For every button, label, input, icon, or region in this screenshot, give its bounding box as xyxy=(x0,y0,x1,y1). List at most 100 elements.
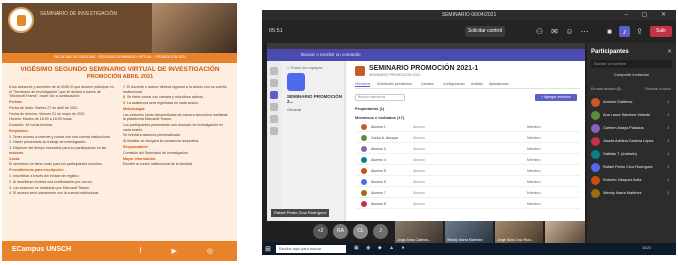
video-tile-name: Jorge Solís Cruz Ruiz... xyxy=(497,238,534,242)
camera-icon[interactable]: ■ xyxy=(604,26,615,37)
share-screen-icon[interactable]: ⇪ xyxy=(634,26,645,37)
owners-section: Propietarios (1) xyxy=(355,106,385,111)
participant-name: Roberto Vásquez Avila xyxy=(603,178,642,182)
tab-apps: Aplicaciones xyxy=(489,82,509,86)
participant-row[interactable]: Carmen Anaya Palacios ♪ xyxy=(591,123,675,135)
participants-panel: Participantes ✕ Escribir un nombre Compa… xyxy=(587,43,676,243)
taskbar-apps[interactable]: ▣ ◉ ◆ ▲ ● xyxy=(354,245,407,251)
member-row: Alumno 3 Alumno Miembro xyxy=(355,144,580,154)
mic-icon: ♪ xyxy=(667,112,670,118)
close-icon[interactable]: ✕ xyxy=(667,48,672,55)
tab-channels: Canales xyxy=(421,82,434,86)
poster-paragraph: Duración: 40 horas lectivas xyxy=(9,123,53,128)
tab-settings: Configuración xyxy=(443,82,465,86)
video-tile[interactable]: Jorge Solís Cruz Ruiz... xyxy=(495,221,543,243)
member-row: Alumno 5 Alumno Miembro xyxy=(355,166,580,176)
participant-name: Rafael Pedro Cruz Rodríguez xyxy=(603,165,653,169)
member-status: Miembro xyxy=(527,125,541,129)
video-gallery: +2 RA CL J Jorge Arias Cadena... Wendy I… xyxy=(267,221,585,243)
chat-icon[interactable]: ✉ xyxy=(549,26,560,37)
member-role: Alumno xyxy=(413,158,425,162)
poster-paragraph: Fecha de inicio: Martes 27 de abril de 2… xyxy=(9,105,78,110)
mic-icon: ♪ xyxy=(667,190,670,196)
participant-row[interactable]: Wendy Ibarra Martínez ♪ xyxy=(591,188,675,200)
poster-paragraph: 3. Las sesiones se realizarán por Micros… xyxy=(9,185,90,190)
participant-search-input[interactable]: Escribir un nombre xyxy=(591,60,672,68)
participant-name: Antonio Gutiérrez xyxy=(603,100,633,104)
participant-avatar[interactable]: J xyxy=(373,224,388,239)
windows-start-icon[interactable]: ⊞ xyxy=(265,245,271,253)
participants-icon[interactable]: ⚇ xyxy=(534,26,545,37)
participant-row[interactable]: Roberto Vásquez Avila ♪ xyxy=(591,175,675,187)
seminar-poster: SEMINARIO DE INVESTIGACIÓN FACULTAD DE C… xyxy=(2,3,237,261)
participant-avatar[interactable]: CL xyxy=(353,224,368,239)
in-meeting-section[interactable]: En esta reunión (8) xyxy=(591,87,621,91)
microphone-icon[interactable]: ♪ xyxy=(619,26,630,37)
participant-row[interactable]: Josefa Adelina Cadena López ♪ xyxy=(591,136,675,148)
member-status: Miembro xyxy=(527,158,541,162)
avatar xyxy=(591,189,600,198)
avatar xyxy=(361,179,367,185)
video-tile[interactable]: Jorge Arias Cadena... xyxy=(395,221,443,243)
leave-button[interactable]: Salir xyxy=(650,26,672,37)
team-name: SEMINARIO PROMOCIÓN 2... xyxy=(287,94,343,104)
shared-screen: Buscar o escribir un comando < Todos los… xyxy=(267,43,585,221)
more-options-icon[interactable]: ⋯ xyxy=(579,26,590,37)
participant-name: Ana Laura Sánchez Velarde xyxy=(603,113,651,117)
video-tile[interactable]: Wendy Ibarra Martínez xyxy=(445,221,493,243)
participant-name: Gabilán T. (Invitado) xyxy=(603,152,637,156)
poster-logo-mark xyxy=(17,15,26,26)
member-role: Alumno xyxy=(413,191,425,195)
member-name: Alumno 4 xyxy=(371,158,386,162)
channel-pane: < Todos los equipos SEMINARIO PROMOCIÓN … xyxy=(281,61,345,221)
participant-row[interactable]: Rafael Pedro Cruz Rodríguez ♪ xyxy=(591,162,675,174)
poster-right-column: 7. El docente o asesor deberá ingresar a… xyxy=(123,85,231,168)
meeting-timer: 05:51 xyxy=(269,28,283,34)
poster-heading: Costo: xyxy=(9,156,21,161)
avatar xyxy=(591,150,600,159)
mic-icon: ♪ xyxy=(667,125,670,131)
teams-meeting-window: SEMINARIO 06/04/2021 – ▢ ✕ 05:51 Solicit… xyxy=(262,10,676,255)
member-status: Miembro xyxy=(527,169,541,173)
poster-paragraph: 1. Inscribirse a través del enlace de re… xyxy=(9,173,80,178)
member-name: Alumno 3 xyxy=(371,147,386,151)
channel-general: General xyxy=(287,107,302,112)
window-controls[interactable]: – ▢ ✕ xyxy=(625,11,672,18)
screenshot-root: SEMINARIO DE INVESTIGACIÓN FACULTAD DE C… xyxy=(0,0,678,265)
taskbar-clock: 18:23 xyxy=(642,246,651,250)
taskbar-search-input[interactable]: Escribe aquí para buscar xyxy=(276,245,346,253)
tab-pending: Solicitudes pendientes xyxy=(377,82,413,86)
member-status: Miembro xyxy=(527,180,541,184)
poster-paragraph: A los asesores y docentes de la UNSCH qu… xyxy=(9,85,114,99)
poster-paragraph: 9. La asistencia será registrada en cada… xyxy=(123,101,200,106)
poster-logo xyxy=(8,7,34,33)
member-search: Buscar miembros xyxy=(355,94,405,101)
poster-paragraph: Escribir al correo institucional de la f… xyxy=(123,162,194,167)
activity-icon xyxy=(270,67,278,75)
participant-row[interactable]: Ana Laura Sánchez Velarde ♪ xyxy=(591,110,675,122)
request-control-button[interactable]: Solicitar control xyxy=(465,26,505,37)
reactions-icon[interactable]: ☺ xyxy=(564,26,575,37)
shared-command-search: Buscar o escribir un comando xyxy=(301,52,361,57)
poster-paragraph: 1. Tener acceso a Internet y contar con … xyxy=(9,134,111,139)
more-participants-badge[interactable]: +2 xyxy=(313,224,328,239)
avatar xyxy=(591,176,600,185)
member-status: Miembro xyxy=(527,191,541,195)
participant-row[interactable]: Gabilán T. (Invitado) ♪ xyxy=(591,149,675,161)
mic-icon: ♪ xyxy=(667,138,670,144)
member-row: Alumno 1 Alumno Miembro xyxy=(355,122,580,132)
mute-all-link[interactable]: Silenciar a todos xyxy=(645,87,671,91)
participant-row[interactable]: Antonio Gutiérrez ♪ xyxy=(591,97,675,109)
share-invite-button[interactable]: Compartir invitación xyxy=(591,72,672,79)
chat-rail-icon xyxy=(270,79,278,87)
poster-heading: Procedimiento para inscripción: xyxy=(9,168,64,173)
poster-title-promo: PROMOCIÓN ABRIL 2021 xyxy=(86,74,154,80)
participant-avatar[interactable]: RA xyxy=(333,224,348,239)
avatar xyxy=(361,201,367,207)
self-video-tile[interactable] xyxy=(545,221,585,243)
tab-analytics: Análisis xyxy=(471,82,484,86)
poster-subheader: FACULTAD DE CIENCIAS · SEGUNDO SEMINARIO… xyxy=(54,55,186,59)
poster-paragraph: Los participantes presentarán sus avance… xyxy=(123,123,224,132)
participant-name: Carmen Anaya Palacios xyxy=(603,126,644,130)
poster-paragraph: 4. El acceso será únicamente con la cuen… xyxy=(9,191,100,196)
